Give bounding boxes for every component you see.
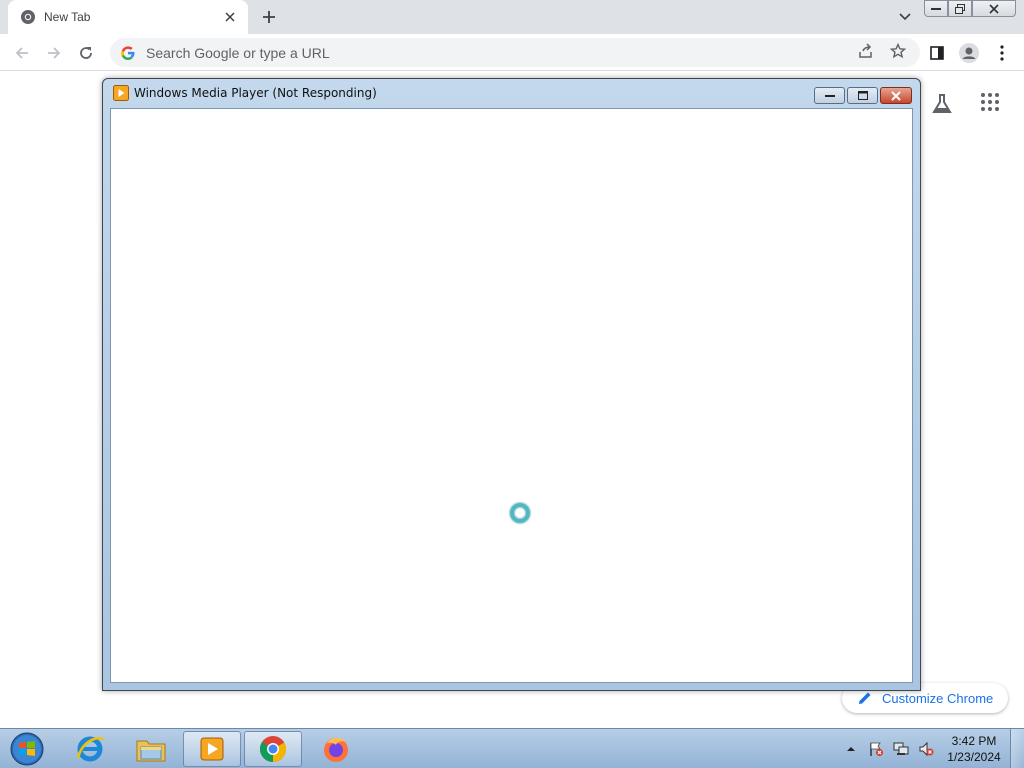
wmp-window-title: Windows Media Player (Not Responding) bbox=[134, 86, 377, 100]
internet-explorer-icon bbox=[76, 736, 105, 762]
address-bar-placeholder: Search Google or type a URL bbox=[146, 44, 330, 61]
taskbar-windows-media-player[interactable] bbox=[183, 731, 241, 767]
taskbar-google-chrome[interactable] bbox=[244, 731, 302, 767]
labs-flask-icon[interactable] bbox=[930, 92, 954, 116]
action-center-flag-icon[interactable] bbox=[868, 741, 884, 757]
browser-window-controls bbox=[924, 0, 1016, 18]
wmp-maximize-button[interactable] bbox=[847, 87, 878, 104]
tab-title: New Tab bbox=[44, 10, 91, 24]
volume-muted-icon[interactable] bbox=[918, 741, 934, 757]
kebab-menu-icon[interactable] bbox=[991, 42, 1013, 64]
close-tab-icon[interactable] bbox=[222, 9, 238, 25]
chrome-icon bbox=[20, 9, 36, 25]
tab-search-chevron-icon[interactable] bbox=[895, 9, 915, 25]
google-g-icon bbox=[120, 45, 136, 61]
pencil-icon bbox=[858, 691, 872, 705]
start-button[interactable] bbox=[8, 731, 46, 767]
media-player-icon bbox=[200, 737, 224, 761]
firefox-icon bbox=[324, 738, 348, 762]
wmp-window-controls bbox=[812, 87, 912, 104]
taskbar-windows-explorer[interactable] bbox=[122, 731, 180, 767]
clock-time: 3:42 PM bbox=[951, 734, 997, 748]
wmp-window: Windows Media Player (Not Responding) bbox=[102, 78, 921, 691]
close-window-button[interactable] bbox=[972, 0, 1016, 17]
address-bar[interactable]: Search Google or type a URL bbox=[110, 38, 920, 67]
profile-avatar-icon[interactable] bbox=[958, 42, 980, 64]
browser-toolbar: Search Google or type a URL bbox=[0, 34, 1024, 71]
minimize-button[interactable] bbox=[924, 0, 948, 17]
bookmark-star-icon[interactable] bbox=[889, 42, 907, 62]
taskbar-firefox[interactable] bbox=[307, 731, 365, 767]
new-tab-button[interactable] bbox=[258, 7, 280, 27]
reload-button[interactable] bbox=[75, 42, 97, 64]
share-icon[interactable] bbox=[858, 43, 874, 62]
google-apps-grid-icon[interactable] bbox=[980, 92, 1004, 116]
media-player-icon bbox=[113, 85, 129, 101]
forward-button[interactable] bbox=[43, 42, 65, 64]
folder-icon bbox=[136, 740, 166, 762]
wmp-close-button[interactable] bbox=[880, 87, 912, 104]
network-icon[interactable] bbox=[893, 741, 909, 757]
wmp-minimize-button[interactable] bbox=[814, 87, 845, 104]
show-desktop-button[interactable] bbox=[1010, 729, 1024, 768]
taskbar-clock[interactable]: 3:42 PM 1/23/2024 bbox=[940, 733, 1008, 765]
chrome-icon bbox=[259, 736, 287, 763]
show-hidden-icons-arrow-icon[interactable] bbox=[843, 741, 859, 757]
busy-spinner-icon bbox=[510, 503, 530, 523]
wmp-client-area bbox=[110, 108, 913, 683]
system-tray bbox=[843, 729, 934, 768]
clock-date: 1/23/2024 bbox=[947, 750, 1001, 764]
taskbar: 3:42 PM 1/23/2024 bbox=[0, 728, 1024, 768]
back-button[interactable] bbox=[11, 42, 33, 64]
restore-button[interactable] bbox=[948, 0, 972, 17]
tab-new-tab[interactable]: New Tab bbox=[8, 0, 248, 34]
taskbar-internet-explorer[interactable] bbox=[61, 731, 119, 767]
tab-strip: New Tab bbox=[0, 0, 1024, 34]
wmp-titlebar[interactable]: Windows Media Player (Not Responding) bbox=[103, 79, 920, 107]
side-panel-icon[interactable] bbox=[926, 42, 948, 64]
customize-chrome-label: Customize Chrome bbox=[882, 690, 994, 706]
